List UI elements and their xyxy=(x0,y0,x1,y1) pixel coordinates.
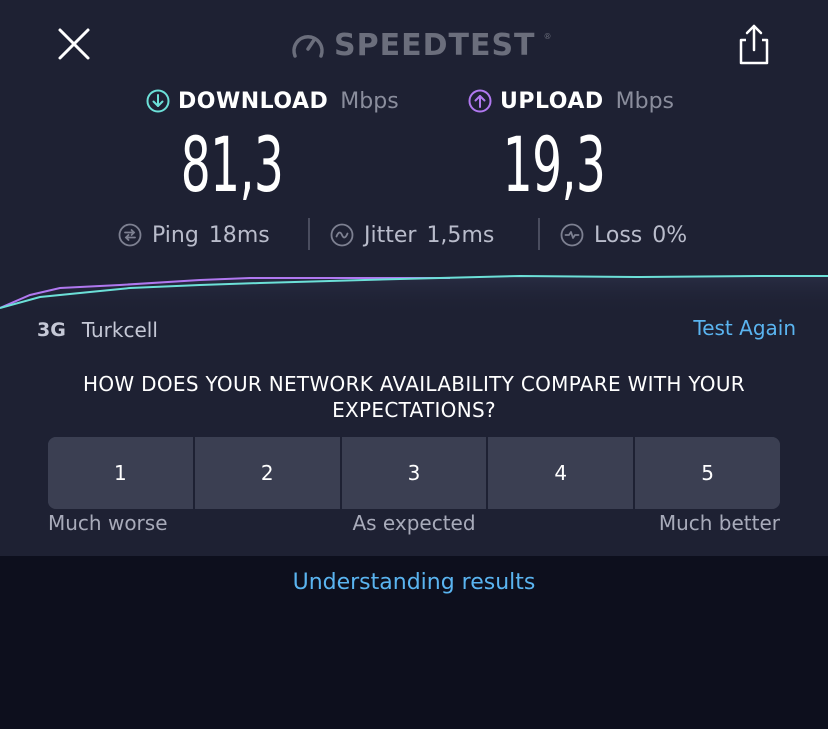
understanding-results-link[interactable]: Understanding results xyxy=(0,570,828,595)
close-icon xyxy=(58,28,90,60)
upload-unit: Mbps xyxy=(615,88,674,114)
download-header: DOWNLOAD Mbps xyxy=(146,87,399,115)
speed-graph xyxy=(0,274,828,314)
rating-scale: 1 2 3 4 5 xyxy=(48,437,780,509)
loss-label: Loss xyxy=(594,222,643,248)
download-value: 81,3 xyxy=(180,120,284,209)
upload-label: UPLOAD xyxy=(500,88,604,114)
survey-question: HOW DOES YOUR NETWORK AVAILABILITY COMPA… xyxy=(83,372,745,422)
loss-icon xyxy=(560,223,584,247)
rating-option-4[interactable]: 4 xyxy=(488,437,636,509)
brand-name: SPEEDTEST xyxy=(334,27,536,63)
scale-low-label: Much worse xyxy=(48,511,168,535)
test-again-button[interactable]: Test Again xyxy=(640,316,796,344)
loss-value: 0% xyxy=(652,222,688,248)
stat-divider xyxy=(538,218,540,250)
connection-type: 3G xyxy=(37,319,66,341)
trademark-mark: ® xyxy=(543,32,552,41)
ping-label: Ping xyxy=(152,222,199,248)
ping-stat: Ping 18ms xyxy=(118,218,270,252)
isp-name: Turkcell xyxy=(81,318,158,342)
jitter-value: 1,5ms xyxy=(426,222,495,248)
jitter-stat: Jitter 1,5ms xyxy=(330,218,494,252)
jitter-label: Jitter xyxy=(364,222,417,248)
scale-mid-label: As expected xyxy=(352,511,476,535)
ping-value: 18ms xyxy=(208,222,270,248)
download-icon xyxy=(146,89,170,113)
stats-row: Ping 18ms Jitter 1,5ms Loss 0% xyxy=(0,218,828,252)
ping-icon xyxy=(118,223,142,247)
upload-icon xyxy=(468,89,492,113)
jitter-icon xyxy=(330,223,354,247)
download-unit: Mbps xyxy=(340,88,399,114)
loss-stat: Loss 0% xyxy=(560,218,687,252)
connection-info: 3G Turkcell xyxy=(37,316,158,344)
rating-option-2[interactable]: 2 xyxy=(194,437,342,509)
close-button[interactable] xyxy=(54,24,94,64)
rating-option-3[interactable]: 3 xyxy=(341,437,489,509)
download-label: DOWNLOAD xyxy=(178,88,329,114)
speedtest-logo: SPEEDTEST ® xyxy=(290,26,552,64)
rating-option-5[interactable]: 5 xyxy=(635,437,780,509)
share-icon xyxy=(739,24,769,65)
share-button[interactable] xyxy=(734,22,774,66)
upload-header: UPLOAD Mbps xyxy=(468,87,674,115)
speedometer-icon xyxy=(292,35,324,58)
scale-high-label: Much better xyxy=(658,511,780,535)
stat-divider xyxy=(308,218,310,250)
rating-option-1[interactable]: 1 xyxy=(48,437,195,509)
upload-value: 19,3 xyxy=(502,120,606,209)
